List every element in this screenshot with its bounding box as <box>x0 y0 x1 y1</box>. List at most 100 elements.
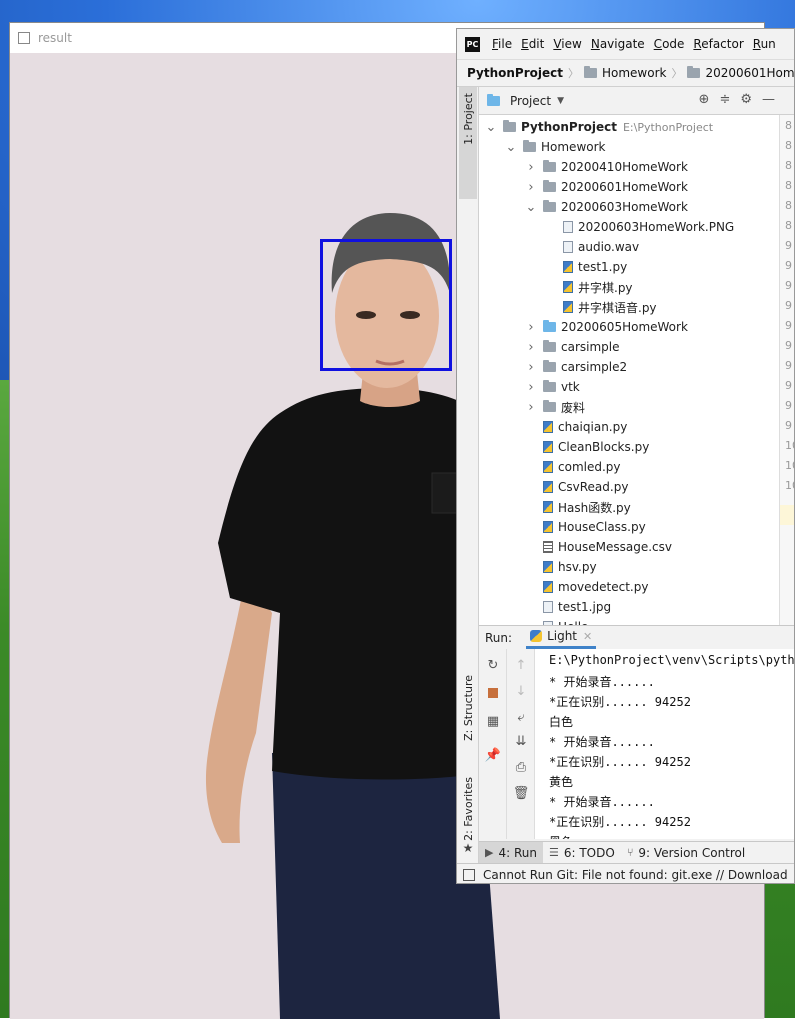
status-icon[interactable] <box>463 868 475 881</box>
console-line: E:\PythonProject\venv\Scripts\python <box>549 653 795 667</box>
tree-item[interactable]: › 20200601HomeWork <box>525 177 688 197</box>
soft-wrap-icon[interactable]: ⤶ <box>513 709 529 725</box>
tree-item[interactable]: audio.wav <box>545 237 639 257</box>
menu-edit[interactable]: Edit <box>521 37 544 51</box>
gear-icon[interactable]: ⚙ <box>740 92 752 107</box>
menu-file[interactable]: File <box>492 37 512 51</box>
chevron-right-icon[interactable]: › <box>525 340 537 355</box>
tab-run[interactable]: ▶ 4: Run <box>479 842 543 863</box>
tree-item[interactable]: ⌄ PythonProject E:\PythonProject <box>485 117 714 137</box>
chevron-right-icon[interactable]: › <box>525 380 537 395</box>
layout-icon[interactable]: ▦ <box>485 713 501 729</box>
pin-icon[interactable]: 📌 <box>485 747 501 763</box>
tree-item[interactable]: HouseClass.py <box>525 517 646 537</box>
breadcrumb-homework[interactable]: Homework <box>583 66 666 80</box>
line-number: 9 <box>785 239 792 252</box>
menu-code-rest: ode <box>662 37 685 51</box>
collapse-all-icon[interactable]: ≑ <box>719 92 730 107</box>
tree-item-label: chaiqian.py <box>558 420 628 434</box>
status-message[interactable]: Cannot Run Git: File not found: git.exe … <box>483 868 788 882</box>
tree-item[interactable]: ⌄ 20200603HomeWork <box>525 197 688 217</box>
tree-item[interactable]: Hash函数.py <box>525 497 631 517</box>
tree-item-label: test1.jpg <box>558 600 612 614</box>
line-number: 9 <box>785 419 792 432</box>
chevron-down-icon[interactable]: ▼ <box>557 96 564 106</box>
menu-refactor[interactable]: Refactor <box>693 37 743 51</box>
chevron-right-icon[interactable]: › <box>525 400 537 415</box>
menu-code[interactable]: Code <box>654 37 685 51</box>
tree-item[interactable]: CleanBlocks.py <box>525 437 649 457</box>
breadcrumb-project[interactable]: PythonProject <box>467 66 563 80</box>
chevron-right-icon[interactable]: › <box>525 320 537 335</box>
result-window-title: result <box>38 31 72 45</box>
tree-item[interactable]: ⌄ Homework <box>505 137 606 157</box>
tree-item[interactable]: hsv.py <box>525 557 597 577</box>
tree-item[interactable]: 20200603HomeWork.PNG <box>545 217 734 237</box>
chevron-right-icon[interactable]: › <box>525 180 537 195</box>
chevron-down-icon[interactable]: ⌄ <box>525 200 537 215</box>
line-number: 9 <box>785 339 792 352</box>
project-view-selector[interactable]: Project <box>510 94 551 108</box>
console-line: * 开始录音...... <box>549 675 655 689</box>
chevron-down-icon[interactable]: ⌄ <box>485 120 497 135</box>
console-line: * 开始录音...... <box>549 735 655 749</box>
run-tab-light[interactable]: Light ✕ <box>526 626 597 649</box>
tree-item[interactable]: › vtk <box>525 377 579 397</box>
menu-run-rest: un <box>760 37 776 51</box>
chevron-right-icon[interactable]: › <box>525 160 537 175</box>
tree-item[interactable]: › 20200410HomeWork <box>525 157 688 177</box>
tree-item[interactable]: comled.py <box>525 457 621 477</box>
tree-item[interactable]: 井字棋语音.py <box>545 297 657 317</box>
tab-project[interactable]: 1: Project <box>459 87 477 199</box>
tab-structure[interactable]: Z: Structure <box>459 675 477 757</box>
tab-todo[interactable]: ☰ 6: TODO <box>543 842 621 863</box>
tree-item[interactable]: › 20200605HomeWork <box>525 317 688 337</box>
tree-item-label: 井字棋.py <box>578 280 633 295</box>
scroll-to-end-icon[interactable]: ⇊ <box>513 733 529 749</box>
tree-item-label: hsv.py <box>558 560 597 574</box>
tree-item[interactable]: chaiqian.py <box>525 417 627 437</box>
tree-item[interactable]: CsvRead.py <box>525 477 628 497</box>
tab-structure-label: Z: Structure <box>461 675 475 741</box>
minimize-icon[interactable]: — <box>762 92 775 107</box>
tab-favorites[interactable]: 2: Favorites ★ <box>459 777 477 867</box>
locate-icon[interactable]: ⊕ <box>699 92 710 107</box>
tree-item[interactable]: movedetect.py <box>525 577 648 597</box>
chevron-down-icon[interactable]: ⌄ <box>505 140 517 155</box>
line-number: 9 <box>785 319 792 332</box>
tree-item[interactable]: test1.py <box>545 257 627 277</box>
menu-view[interactable]: View <box>553 37 581 51</box>
tree-item[interactable]: 井字棋.py <box>545 277 633 297</box>
tree-item-label: carsimple <box>561 340 620 354</box>
csv-file-icon <box>543 541 553 553</box>
breadcrumb-subfolder[interactable]: 20200601HomeW <box>687 66 794 80</box>
close-icon[interactable]: ✕ <box>583 630 592 643</box>
stop-icon[interactable] <box>485 685 501 701</box>
trash-icon[interactable]: 🗑 <box>513 785 530 801</box>
tree-item-label: test1.py <box>578 260 628 274</box>
tab-version-control[interactable]: ⑂ 9: Version Control <box>621 842 751 863</box>
menu-navigate[interactable]: Navigate <box>591 37 645 51</box>
python-file-icon <box>543 481 553 493</box>
tree-item[interactable]: test1.jpg <box>525 597 611 617</box>
down-arrow-icon[interactable]: ↓ <box>513 683 529 699</box>
menu-run[interactable]: Run <box>753 37 776 51</box>
tree-item-label: 20200601HomeWork <box>561 180 688 194</box>
run-toolbar-secondary: ↑ ↓ ⤶ ⇊ ⎙ 🗑 <box>507 649 535 839</box>
tab-version-control-label: 9: Version Control <box>638 845 746 860</box>
pycharm-window[interactable]: PC File Edit View Navigate Code Refactor… <box>456 28 795 884</box>
line-number: 9 <box>785 359 792 372</box>
up-arrow-icon[interactable]: ↑ <box>513 657 529 673</box>
tree-item[interactable]: HouseMessage.csv <box>525 537 672 557</box>
rerun-icon[interactable]: ↻ <box>485 657 501 673</box>
status-bar: Cannot Run Git: File not found: git.exe … <box>457 863 794 883</box>
chevron-right-icon[interactable]: › <box>525 360 537 375</box>
line-number: 9 <box>785 279 792 292</box>
file-icon <box>563 221 573 233</box>
tree-item[interactable]: › carsimple <box>525 337 620 357</box>
run-console-output[interactable]: E:\PythonProject\venv\Scripts\python * 开始… <box>535 649 795 839</box>
project-tree: ⌄ PythonProject E:\PythonProject ⌄ Homework ›… <box>479 115 779 649</box>
print-icon[interactable]: ⎙ <box>513 759 529 775</box>
tree-item[interactable]: › carsimple2 <box>525 357 627 377</box>
tree-item[interactable]: › 废料 <box>525 397 585 417</box>
